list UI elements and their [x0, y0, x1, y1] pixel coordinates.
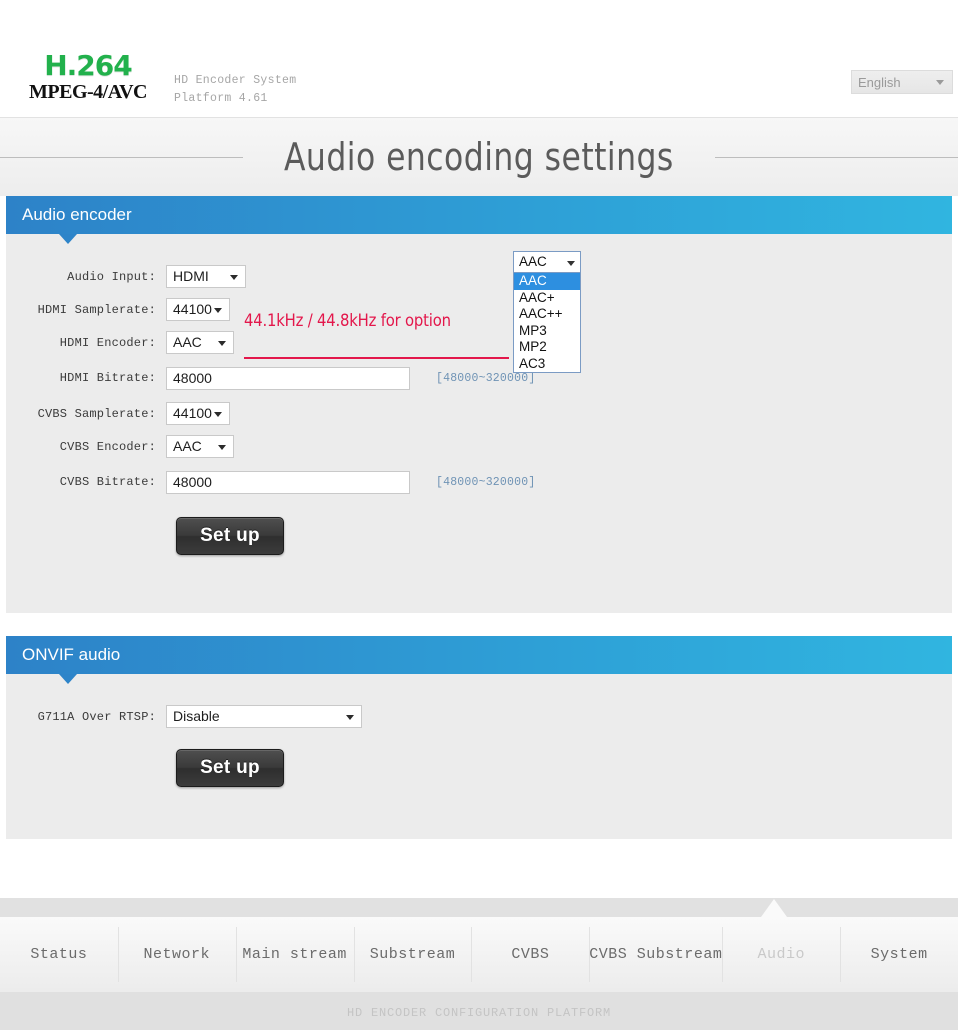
cvbs-bitrate-hint: [48000~320000] [436, 475, 536, 489]
label-cvbs-encoder: CVBS Encoder: [59, 439, 156, 454]
encoder-dropdown-selected: AAC [519, 254, 547, 269]
label-cvbs-samplerate: CVBS Samplerate: [37, 406, 156, 421]
cvbs-samplerate-value: 44100 [173, 405, 212, 421]
title-divider-left [0, 156, 244, 158]
language-select[interactable]: English [851, 70, 953, 94]
audio-encoder-header: Audio encoder [5, 196, 953, 234]
hdmi-encoder-select[interactable]: AAC [166, 331, 234, 354]
row-hdmi-samplerate: HDMI Samplerate: 44100 [6, 293, 952, 326]
audio-encoder-setup-button[interactable]: Set up [176, 517, 284, 555]
page-root: H.264 MPEG-4/AVC HD Encoder System Platf… [0, 0, 958, 1030]
label-hdmi-encoder: HDMI Encoder: [59, 335, 156, 350]
dropdown-option-aac[interactable]: AAC [514, 273, 580, 290]
row-cvbs-bitrate: CVBS Bitrate: [48000~320000] [6, 463, 952, 501]
label-cvbs-bitrate: CVBS Bitrate: [59, 475, 156, 489]
audio-input-value: HDMI [173, 268, 209, 284]
footer-text: HD ENCODER CONFIGURATION PLATFORM [346, 1006, 612, 1020]
nav-item-status[interactable]: Status [0, 917, 118, 992]
active-tab-arrow-icon [761, 899, 787, 917]
panel-notch-icon [59, 674, 77, 684]
nav-item-cvbs[interactable]: CVBS [471, 917, 589, 992]
audio-encoder-panel: Audio encoder Audio Input: HDMI HDMI Sam… [5, 196, 953, 614]
nav-item-system[interactable]: System [840, 917, 958, 992]
label-audio-input: Audio Input: [67, 269, 156, 284]
row-g711a-over-rtsp: G711A Over RTSP: Disable [6, 700, 952, 733]
chevron-down-icon [230, 275, 238, 280]
cvbs-bitrate-input[interactable] [166, 470, 410, 494]
audio-encoder-body: Audio Input: HDMI HDMI Samplerate: 44100… [5, 234, 953, 614]
label-g711a-over-rtsp: G711A Over RTSP: [37, 709, 156, 724]
chevron-down-icon [218, 341, 226, 346]
system-info: HD Encoder System Platform 4.61 [174, 72, 296, 108]
chevron-down-icon [214, 412, 222, 417]
panel-notch-icon [59, 234, 77, 244]
onvif-audio-form: G711A Over RTSP: Disable Set up [6, 674, 952, 787]
nav-item-audio[interactable]: Audio [722, 917, 840, 992]
nav-item-substream[interactable]: Substream [353, 917, 472, 992]
label-hdmi-samplerate: HDMI Samplerate: [37, 302, 156, 317]
dropdown-option-aacpp[interactable]: AAC++ [514, 306, 580, 323]
system-name: HD Encoder System [174, 74, 297, 87]
hdmi-bitrate-hint: [48000~320000] [436, 371, 536, 385]
chevron-down-icon [567, 261, 575, 266]
audio-encoder-title: Audio encoder [22, 205, 132, 224]
chevron-down-icon [936, 80, 944, 85]
row-cvbs-encoder: CVBS Encoder: AAC [6, 430, 952, 463]
onvif-audio-panel: ONVIF audio G711A Over RTSP: Disable Set… [5, 636, 953, 840]
audio-input-select[interactable]: HDMI [166, 265, 246, 288]
chevron-down-icon [346, 715, 354, 720]
row-cvbs-samplerate: CVBS Samplerate: 44100 [6, 397, 952, 430]
dropdown-option-aacp[interactable]: AAC+ [514, 290, 580, 307]
samplerate-warning-underline [244, 357, 509, 359]
cvbs-samplerate-select[interactable]: 44100 [166, 402, 230, 425]
nav-item-main-stream[interactable]: Main stream [235, 917, 354, 992]
onvif-audio-header: ONVIF audio [5, 636, 953, 674]
row-hdmi-encoder: HDMI Encoder: AAC [6, 326, 952, 359]
logo-h264-text: H.264 [44, 49, 133, 82]
row-hdmi-bitrate: HDMI Bitrate: [48000~320000] [6, 359, 952, 397]
hdmi-samplerate-value: 44100 [173, 301, 212, 317]
audio-encoder-form: Audio Input: HDMI HDMI Samplerate: 44100… [6, 234, 952, 555]
logo-mpeg4-text: MPEG-4/AVC [29, 81, 147, 103]
page-header: H.264 MPEG-4/AVC HD Encoder System Platf… [0, 0, 958, 118]
chevron-down-icon [218, 445, 226, 450]
page-title-bar: Audio encoding settings [0, 118, 958, 196]
row-audio-input: Audio Input: HDMI [6, 260, 952, 293]
dropdown-option-mp3[interactable]: MP3 [514, 323, 580, 340]
onvif-setup-button[interactable]: Set up [176, 749, 284, 787]
dropdown-option-ac3[interactable]: AC3 [514, 356, 580, 373]
samplerate-warning-text: 44.1kHz / 44.8kHz for option [244, 311, 451, 330]
hdmi-encoder-value: AAC [173, 334, 202, 350]
chevron-down-icon [214, 308, 222, 313]
label-hdmi-bitrate: HDMI Bitrate: [59, 371, 156, 385]
onvif-audio-title: ONVIF audio [22, 645, 121, 664]
encoder-dropdown-open[interactable]: AAC AAC AAC+ AAC++ MP3 MP2 AC3 [513, 251, 581, 373]
title-divider-right [714, 156, 958, 158]
platform-version: Platform 4.61 [174, 91, 268, 105]
cvbs-encoder-select[interactable]: AAC [166, 435, 234, 458]
encoder-dropdown-list[interactable]: AAC AAC+ AAC++ MP3 MP2 AC3 [513, 273, 581, 373]
hdmi-bitrate-input[interactable] [166, 366, 410, 390]
language-select-value: English [858, 75, 901, 90]
nav-item-cvbs-substream[interactable]: CVBS Substream [589, 917, 722, 992]
g711a-over-rtsp-value: Disable [173, 708, 220, 724]
page-title: Audio encoding settings [284, 135, 674, 179]
dropdown-option-mp2[interactable]: MP2 [514, 339, 580, 356]
bottom-nav-zone: Status Network Main stream Substream CVB… [0, 898, 958, 1030]
encoder-dropdown-trigger[interactable]: AAC [513, 251, 581, 273]
bottom-nav-bar: Status Network Main stream Substream CVB… [0, 917, 958, 992]
hdmi-samplerate-select[interactable]: 44100 [166, 298, 230, 321]
g711a-over-rtsp-select[interactable]: Disable [166, 705, 362, 728]
nav-item-network[interactable]: Network [117, 917, 236, 992]
brand-logo: H.264 MPEG-4/AVC [8, 52, 168, 104]
onvif-audio-body: G711A Over RTSP: Disable Set up [5, 674, 953, 840]
cvbs-encoder-value: AAC [173, 438, 202, 454]
